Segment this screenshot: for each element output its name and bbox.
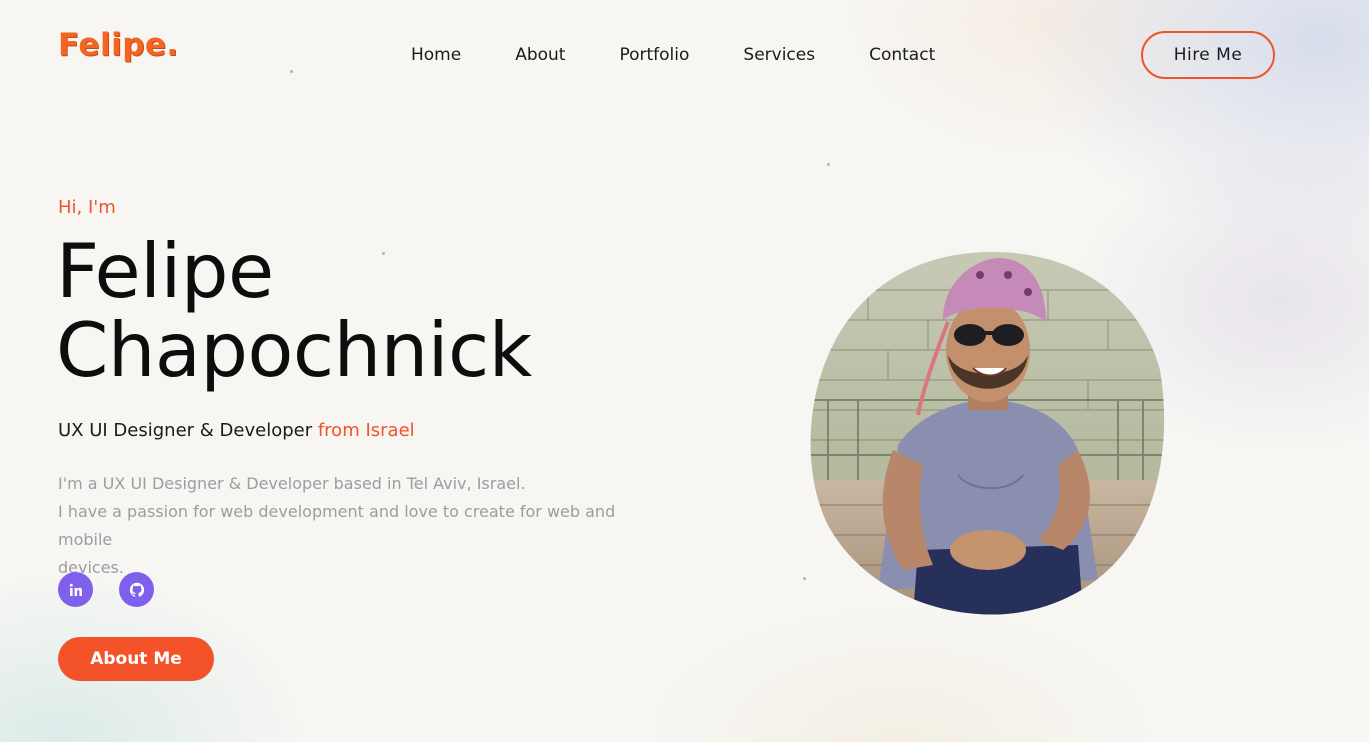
github-icon [129, 582, 144, 597]
bio-line-2: I have a passion for web development and… [58, 502, 616, 549]
profile-photo [810, 251, 1165, 615]
linkedin-button[interactable] [58, 572, 93, 607]
nav-portfolio[interactable]: Portfolio [619, 44, 689, 66]
nav-home[interactable]: Home [411, 44, 461, 66]
hero-role: UX UI Designer & Developer from Israel [58, 420, 415, 441]
hero-greeting: Hi, I'm [58, 197, 116, 218]
decor-dot [827, 163, 830, 166]
hero-name-last: Chapochnick [56, 306, 532, 394]
nav-contact[interactable]: Contact [869, 44, 935, 66]
decor-dot [803, 577, 806, 580]
nav-about[interactable]: About [515, 44, 565, 66]
bio-line-1: I'm a UX UI Designer & Developer based i… [58, 474, 526, 493]
main-nav: Home About Portfolio Services Contact [411, 44, 935, 66]
nav-services[interactable]: Services [743, 44, 815, 66]
about-me-button[interactable]: About Me [58, 637, 214, 681]
hero-role-location: from Israel [317, 420, 415, 441]
hero-role-prefix: UX UI Designer & Developer [58, 420, 313, 441]
decor-dot [290, 70, 293, 73]
decor-dot [382, 252, 385, 255]
hero-bio: I'm a UX UI Designer & Developer based i… [58, 470, 658, 582]
hero-name-first: Felipe [56, 227, 274, 315]
hero-name: Felipe Chapochnick [56, 232, 532, 390]
social-links [58, 572, 154, 607]
hire-me-button[interactable]: Hire Me [1141, 31, 1275, 79]
linkedin-icon [69, 583, 82, 596]
site-logo[interactable]: Felipe. [58, 30, 179, 61]
github-button[interactable] [119, 572, 154, 607]
